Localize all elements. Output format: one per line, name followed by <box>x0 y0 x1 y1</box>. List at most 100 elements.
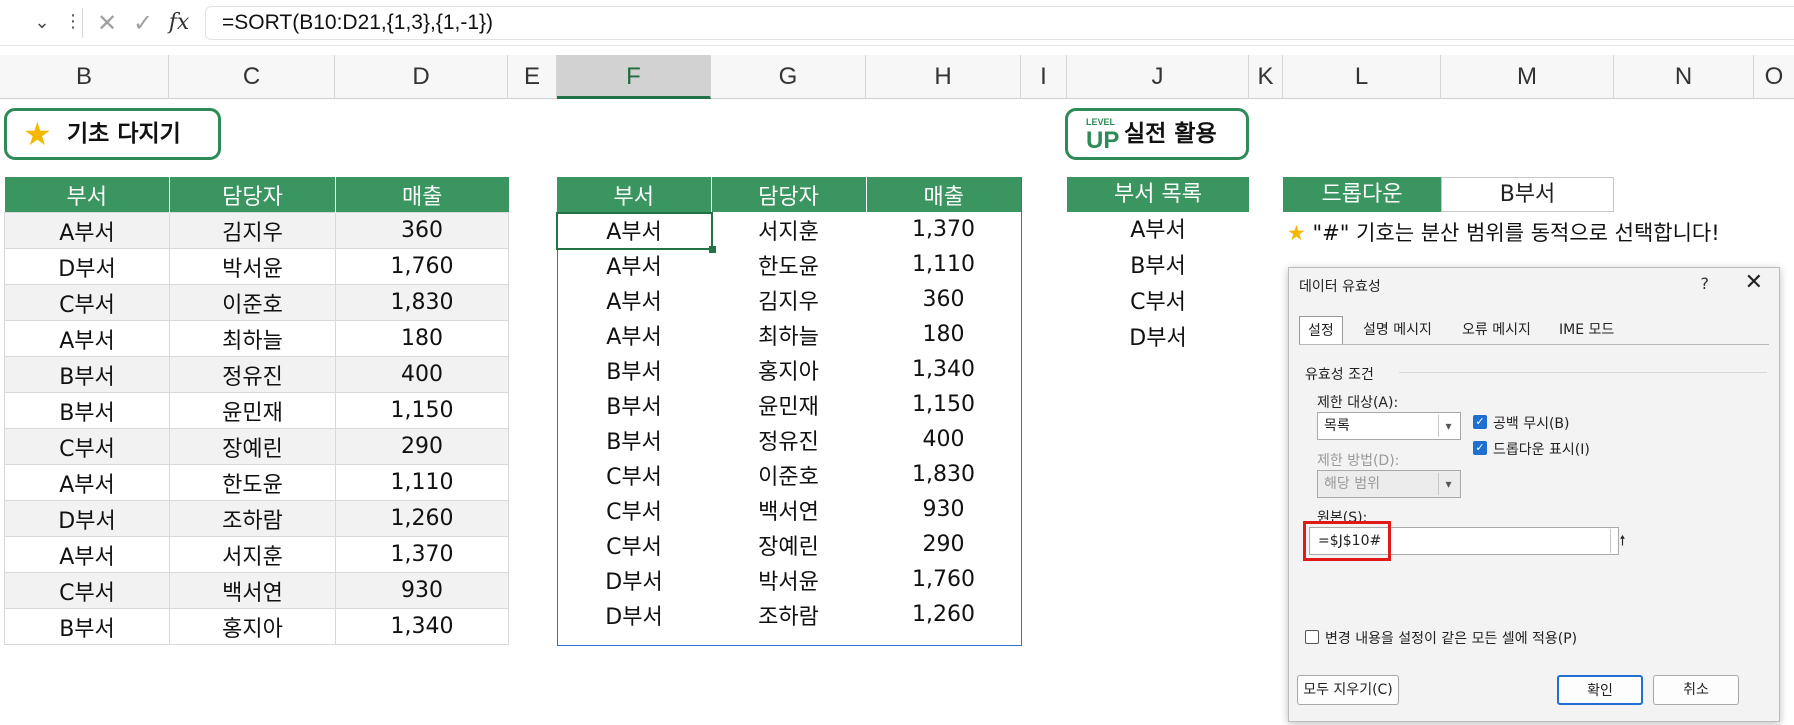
header-dept[interactable]: 부서 <box>4 177 170 213</box>
dept-cell[interactable]: B부서 <box>4 356 170 393</box>
sales-cell[interactable]: 1,370 <box>866 212 1021 247</box>
apply-all-checkbox[interactable] <box>1305 630 1319 644</box>
sales-cell[interactable]: 180 <box>335 320 509 357</box>
header-dept[interactable]: 부서 <box>557 177 712 212</box>
tab-input-message[interactable]: 설명 메시지 <box>1355 316 1440 344</box>
dept-cell[interactable]: A부서 <box>4 464 170 501</box>
collapse-dialog-icon[interactable]: 🠕 <box>1610 529 1634 553</box>
manager-cell[interactable]: 홍지아 <box>711 352 866 387</box>
dept-cell[interactable]: D부서 <box>4 500 170 537</box>
formula-input[interactable]: =SORT(B10:D21,{1,3},{1,-1}) <box>205 6 1794 40</box>
sales-cell[interactable]: 1,150 <box>335 392 509 429</box>
dept-cell[interactable]: C부서 <box>4 428 170 465</box>
manager-cell[interactable]: 백서연 <box>169 572 336 609</box>
dropdown-label-cell[interactable]: 드롭다운 <box>1283 177 1441 212</box>
close-icon[interactable]: ✕ <box>1745 270 1763 295</box>
sales-cell[interactable]: 1,760 <box>335 248 509 285</box>
header-manager[interactable]: 담당자 <box>169 177 336 213</box>
manager-cell[interactable]: 이준호 <box>711 457 866 492</box>
column-header-c[interactable]: C <box>169 55 335 99</box>
dept-cell[interactable]: B부서 <box>557 387 711 422</box>
sales-cell[interactable]: 1,150 <box>866 387 1021 422</box>
tab-error-alert[interactable]: 오류 메시지 <box>1454 316 1539 344</box>
sales-cell[interactable]: 1,760 <box>866 562 1021 597</box>
manager-cell[interactable]: 조하람 <box>711 597 866 632</box>
sales-cell[interactable]: 930 <box>866 492 1021 527</box>
manager-cell[interactable]: 조하람 <box>169 500 336 537</box>
manager-cell[interactable]: 박서윤 <box>711 562 866 597</box>
insert-function-icon[interactable]: fx <box>162 8 196 38</box>
header-sales[interactable]: 매출 <box>335 177 509 213</box>
dept-cell[interactable]: C부서 <box>557 527 711 562</box>
sales-cell[interactable]: 1,340 <box>335 608 509 645</box>
manager-cell[interactable]: 최하늘 <box>169 320 336 357</box>
manager-cell[interactable]: 서지훈 <box>169 536 336 573</box>
tab-settings[interactable]: 설정 <box>1299 316 1343 344</box>
manager-cell[interactable]: 최하늘 <box>711 317 866 352</box>
cancel-button[interactable]: 취소 <box>1653 675 1739 705</box>
sales-cell[interactable]: 360 <box>866 282 1021 317</box>
manager-cell[interactable]: 장예린 <box>711 527 866 562</box>
manager-cell[interactable]: 서지훈 <box>711 212 866 247</box>
dept-list-item[interactable]: A부서 <box>1067 213 1249 249</box>
sales-cell[interactable]: 360 <box>335 212 509 249</box>
dept-cell[interactable]: A부서 <box>4 212 170 249</box>
sales-cell[interactable]: 1,370 <box>335 536 509 573</box>
header-manager[interactable]: 담당자 <box>711 177 867 212</box>
manager-cell[interactable]: 한도윤 <box>711 247 866 282</box>
column-header-b[interactable]: B <box>0 55 169 99</box>
dept-cell[interactable]: A부서 <box>4 536 170 573</box>
sales-cell[interactable]: 930 <box>335 572 509 609</box>
sales-cell[interactable]: 1,110 <box>335 464 509 501</box>
dept-cell[interactable]: B부서 <box>4 608 170 645</box>
dept-cell[interactable]: B부서 <box>557 422 711 457</box>
enter-icon[interactable]: ✓ <box>126 8 160 38</box>
column-header-e[interactable]: E <box>508 55 557 99</box>
column-header-k[interactable]: K <box>1249 55 1283 99</box>
sales-cell[interactable]: 1,340 <box>866 352 1021 387</box>
manager-cell[interactable]: 홍지아 <box>169 608 336 645</box>
dept-cell[interactable]: D부서 <box>4 248 170 285</box>
allow-select[interactable]: 목록 ▾ <box>1317 412 1461 440</box>
column-header-i[interactable]: I <box>1021 55 1067 99</box>
namebox-dropdown-icon[interactable]: ⌄ <box>30 10 54 36</box>
ignore-blank-checkbox[interactable]: ✓ <box>1473 415 1487 429</box>
dept-list-header[interactable]: 부서 목록 <box>1067 177 1249 212</box>
column-header-f[interactable]: F <box>557 55 711 99</box>
help-icon[interactable]: ? <box>1701 274 1710 293</box>
manager-cell[interactable]: 이준호 <box>169 284 336 321</box>
sales-cell[interactable]: 1,110 <box>866 247 1021 282</box>
column-header-h[interactable]: H <box>866 55 1021 99</box>
manager-cell[interactable]: 박서윤 <box>169 248 336 285</box>
cancel-icon[interactable]: ✕ <box>90 8 124 38</box>
dept-cell[interactable]: D부서 <box>557 562 711 597</box>
manager-cell[interactable]: 김지우 <box>711 282 866 317</box>
manager-cell[interactable]: 정유진 <box>169 356 336 393</box>
sales-cell[interactable]: 1,830 <box>335 284 509 321</box>
column-header-g[interactable]: G <box>711 55 866 99</box>
column-header-d[interactable]: D <box>335 55 508 99</box>
dropdown-value-cell[interactable]: B부서 <box>1441 177 1614 212</box>
column-header-n[interactable]: N <box>1614 55 1754 99</box>
formula-bar-handle-icon[interactable]: ⋮ <box>64 10 82 36</box>
dept-list-item[interactable]: B부서 <box>1067 249 1249 285</box>
manager-cell[interactable]: 정유진 <box>711 422 866 457</box>
manager-cell[interactable]: 김지우 <box>169 212 336 249</box>
dept-cell[interactable]: D부서 <box>557 597 711 632</box>
clear-all-button[interactable]: 모두 지우기(C) <box>1297 675 1399 705</box>
sales-cell[interactable]: 290 <box>335 428 509 465</box>
manager-cell[interactable]: 윤민재 <box>711 387 866 422</box>
manager-cell[interactable]: 백서연 <box>711 492 866 527</box>
sales-cell[interactable]: 1,260 <box>335 500 509 537</box>
column-header-j[interactable]: J <box>1067 55 1249 99</box>
dept-cell[interactable]: A부서 <box>557 317 711 352</box>
sales-cell[interactable]: 400 <box>866 422 1021 457</box>
fill-handle[interactable] <box>709 246 716 253</box>
column-header-l[interactable]: L <box>1283 55 1441 99</box>
dept-cell[interactable]: A부서 <box>557 282 711 317</box>
dept-list-item[interactable]: D부서 <box>1067 321 1249 357</box>
column-header-m[interactable]: M <box>1441 55 1614 99</box>
chevron-down-icon[interactable]: ▾ <box>1438 415 1458 437</box>
sales-cell[interactable]: 1,260 <box>866 597 1021 632</box>
manager-cell[interactable]: 장예린 <box>169 428 336 465</box>
